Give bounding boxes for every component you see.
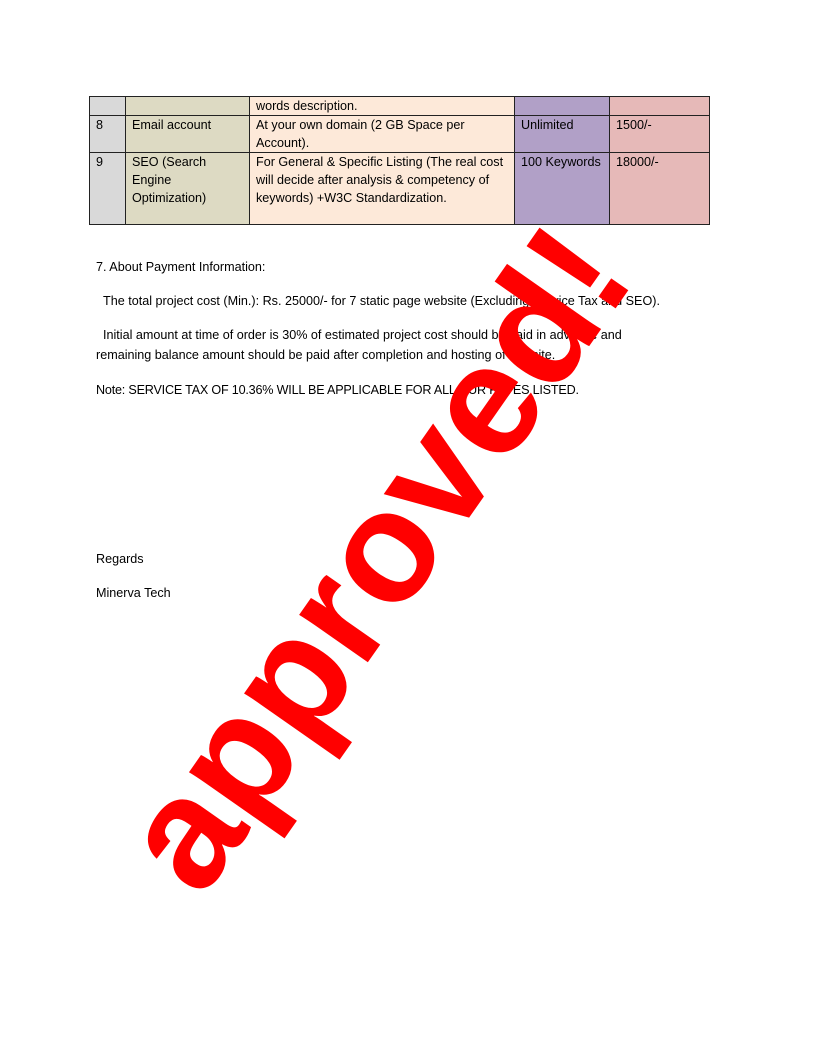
pricing-table: words description. 8 Email account At yo… <box>89 96 710 225</box>
regards-text: Regards <box>96 552 144 566</box>
initial-amount-text: Initial amount at time of order is 30% o… <box>103 328 622 342</box>
service-price: 18000/- <box>609 152 710 225</box>
service-description: words description. <box>249 96 515 116</box>
service-quantity: Unlimited <box>514 115 610 153</box>
payment-heading: 7. About Payment Information: <box>96 260 266 274</box>
table-row: 9 SEO (Search Engine Optimization) For G… <box>89 152 710 225</box>
service-tax-note: Note: SERVICE TAX OF 10.36% WILL BE APPL… <box>96 383 579 397</box>
service-name <box>125 96 250 116</box>
total-cost-text: The total project cost (Min.): Rs. 25000… <box>103 294 660 308</box>
row-number: 9 <box>89 152 126 225</box>
row-number <box>89 96 126 116</box>
document-page: words description. 8 Email account At yo… <box>0 0 816 1056</box>
company-name: Minerva Tech <box>96 586 171 600</box>
service-name: SEO (Search Engine Optimization) <box>125 152 250 225</box>
service-price: 1500/- <box>609 115 710 153</box>
service-quantity: 100 Keywords <box>514 152 610 225</box>
service-price <box>609 96 710 116</box>
table-row: 8 Email account At your own domain (2 GB… <box>89 115 710 153</box>
service-description: At your own domain (2 GB Space per Accou… <box>249 115 515 153</box>
remaining-balance-text: remaining balance amount should be paid … <box>96 348 556 362</box>
service-name: Email account <box>125 115 250 153</box>
service-quantity <box>514 96 610 116</box>
row-number: 8 <box>89 115 126 153</box>
service-description: For General & Specific Listing (The real… <box>249 152 515 225</box>
table-row: words description. <box>89 96 710 116</box>
